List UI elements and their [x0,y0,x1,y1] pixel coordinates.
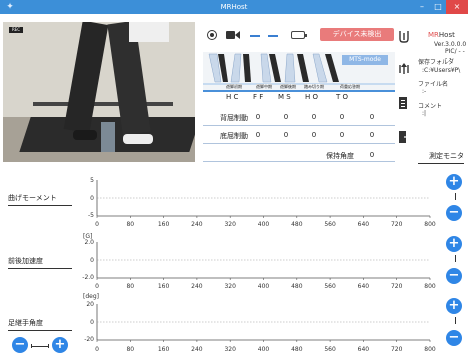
x-tick-label: 800 [424,283,436,290]
x-tick-label: 480 [291,221,303,228]
x-tick-label: 560 [324,221,336,228]
x-tick-label: 320 [224,283,236,290]
zoom-in-button[interactable]: + [446,298,462,314]
x-tick-label: 400 [258,283,270,290]
x-tick-label: 640 [358,346,370,353]
x-tick-label: 240 [191,346,203,353]
x-tick-label: 80 [126,346,134,353]
charts-canvas: 0 80 160 240 320 400 480 560 640 720 8000 80 160 240 3… [95,180,436,353]
time-scale-slider[interactable] [31,344,49,348]
x-tick-label: 720 [391,283,403,290]
x-tick-label: 720 [391,346,403,353]
zoom-separator [455,193,456,200]
x-tick-label: 800 [424,346,436,353]
zoom-separator [455,255,456,262]
zoom-separator [455,317,456,324]
zoom-out-button[interactable]: − [446,268,462,284]
x-tick-label: 80 [126,221,134,228]
x-tick-label: 720 [391,221,403,228]
x-tick-label: 320 [224,346,236,353]
zoom-out-button[interactable]: − [446,205,462,221]
x-tick-label: 560 [324,283,336,290]
x-tick-label: 160 [158,221,170,228]
x-tick-label: 400 [258,221,270,228]
x-tick-label: 0 [95,346,99,353]
x-tick-label: 240 [191,283,203,290]
x-tick-label: 560 [324,346,336,353]
x-tick-label: 0 [95,221,99,228]
x-tick-label: 800 [424,221,436,228]
x-tick-label: 640 [358,283,370,290]
x-tick-label: 480 [291,283,303,290]
zoom-in-button[interactable]: + [446,174,462,190]
x-tick-label: 480 [291,346,303,353]
time-zoom-out-button[interactable]: − [12,337,28,353]
zoom-in-button[interactable]: + [446,236,462,252]
x-tick-label: 160 [158,283,170,290]
time-zoom-in-button[interactable]: + [52,337,68,353]
zoom-out-button[interactable]: − [446,330,462,346]
x-tick-label: 240 [191,221,203,228]
x-tick-label: 80 [126,283,134,290]
x-tick-label: 400 [258,346,270,353]
x-tick-label: 320 [224,221,236,228]
x-tick-label: 640 [358,221,370,228]
x-tick-label: 0 [95,283,99,290]
x-tick-label: 160 [158,346,170,353]
